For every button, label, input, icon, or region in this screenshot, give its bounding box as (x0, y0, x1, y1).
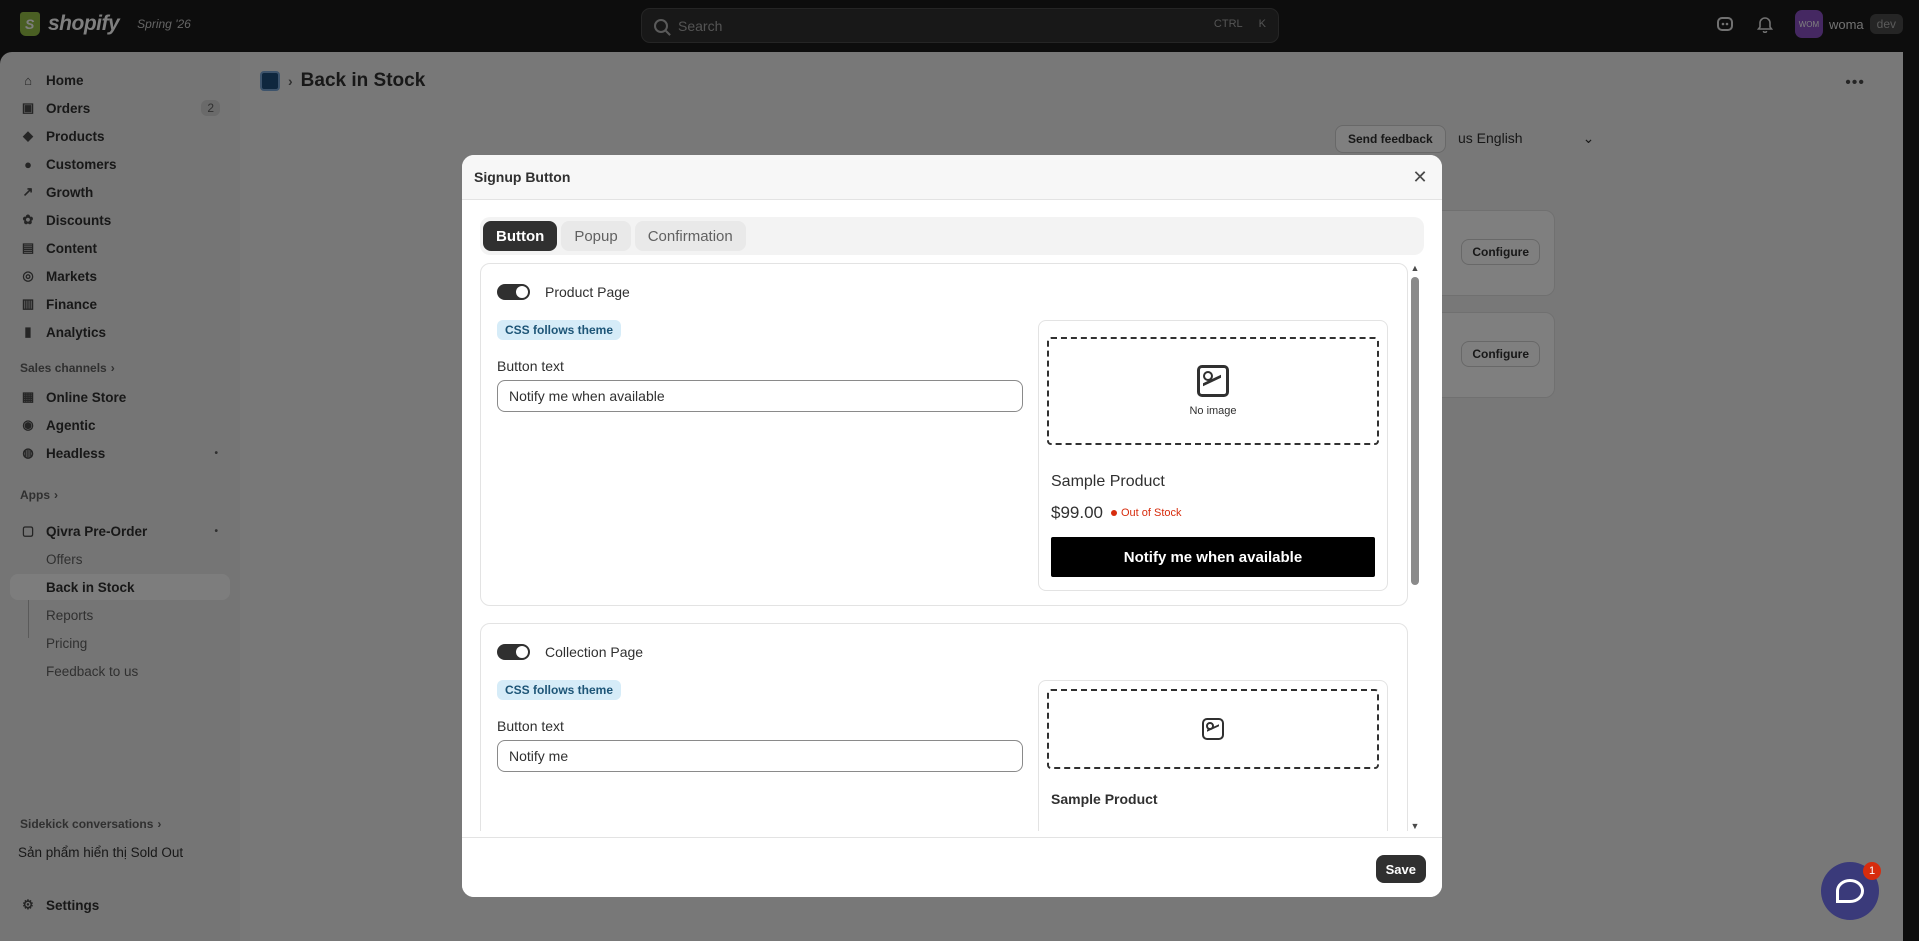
product-name: Sample Product (1051, 473, 1165, 490)
product-preview: No image Sample Product $99.00 Out of St… (1038, 320, 1388, 591)
scroll-thumb[interactable] (1411, 277, 1419, 585)
collection-page-toggle[interactable] (497, 644, 530, 660)
chat-launcher[interactable]: 1 (1821, 862, 1881, 920)
collection-page-section: Collection Page CSS follows theme Button… (480, 623, 1408, 831)
product-price: $99.00 (1051, 503, 1103, 522)
chat-unread-badge: 1 (1863, 862, 1881, 880)
stock-status-text: Out of Stock (1121, 507, 1182, 519)
image-icon (1197, 365, 1229, 397)
product-page-toggle[interactable] (497, 284, 530, 300)
modal-scrollbar[interactable]: ▲ ▼ (1410, 263, 1420, 831)
tab-confirmation[interactable]: Confirmation (634, 221, 746, 251)
signup-button-modal: Signup Button ✕ Button Popup Confirmatio… (462, 155, 1442, 897)
collection-preview: Sample Product (1038, 680, 1388, 831)
price-row: $99.00 Out of Stock (1051, 503, 1182, 523)
modal-tabs: Button Popup Confirmation (480, 217, 1424, 255)
tab-popup[interactable]: Popup (561, 221, 631, 251)
scroll-down-icon[interactable]: ▼ (1410, 821, 1420, 831)
tab-button[interactable]: Button (483, 221, 558, 251)
css-status-badge: CSS follows theme (497, 680, 622, 700)
close-icon[interactable]: ✕ (1408, 165, 1432, 189)
button-text-input[interactable]: Notify me (497, 740, 1023, 772)
image-icon (1202, 718, 1224, 740)
chat-icon (1836, 879, 1864, 903)
css-status-badge: CSS follows theme (497, 320, 622, 340)
modal-header: Signup Button ✕ (462, 155, 1442, 200)
status-dot-icon (1111, 510, 1117, 516)
modal-title: Signup Button (474, 169, 571, 185)
stock-status: Out of Stock (1111, 507, 1182, 519)
no-image-text: No image (1189, 405, 1237, 417)
image-placeholder: No image (1047, 337, 1379, 445)
image-placeholder (1047, 689, 1379, 769)
button-text-label: Button text (497, 358, 564, 374)
section-label: Product Page (545, 284, 630, 300)
scroll-up-icon[interactable]: ▲ (1410, 263, 1420, 273)
notify-preview-button[interactable]: Notify me when available (1051, 537, 1375, 577)
modal-scroll-area[interactable]: Product Page CSS follows theme Button te… (480, 263, 1424, 831)
button-text-label: Button text (497, 718, 564, 734)
modal-footer: Save (462, 837, 1442, 897)
save-button[interactable]: Save (1375, 855, 1426, 883)
product-name: Sample Product (1051, 791, 1158, 807)
product-page-section: Product Page CSS follows theme Button te… (480, 263, 1408, 606)
section-label: Collection Page (545, 644, 644, 660)
button-text-input[interactable]: Notify me when available (497, 380, 1023, 412)
